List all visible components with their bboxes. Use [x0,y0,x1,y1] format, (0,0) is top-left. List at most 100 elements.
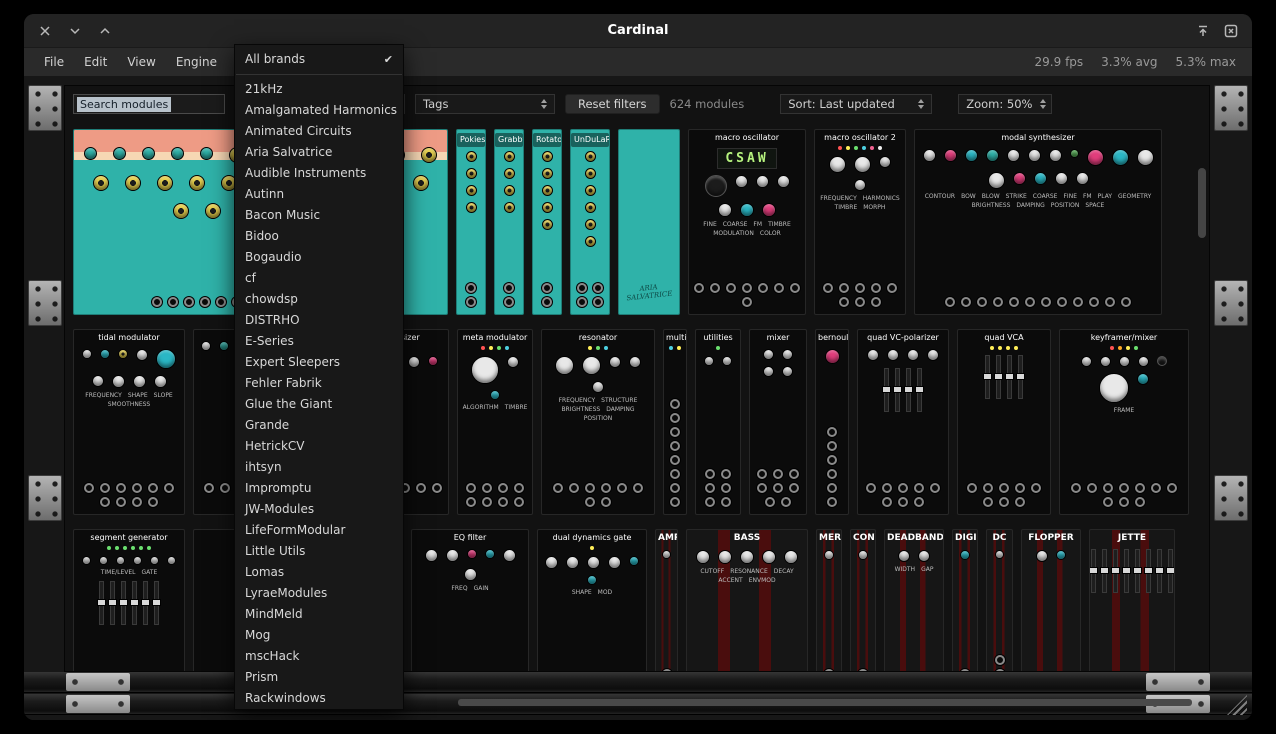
module-bernoulli-gate[interactable]: bernoulli gate [815,329,849,515]
brand-menu-item-distrho[interactable]: DISTRHO [235,310,403,331]
brand-menu-item-fehler-fabrik[interactable]: Fehler Fabrik [235,373,403,394]
module-segment-generator[interactable]: segment generatorTIME/LEVELGATE [73,529,185,672]
brand-menu-item-expert-sleepers[interactable]: Expert Sleepers [235,352,403,373]
module-dual-dynamics-gate[interactable]: dual dynamics gateSHAPEMOD [537,529,647,672]
brand-menu-item-lyraemodules[interactable]: LyraeModules [235,583,403,604]
jack [1135,483,1145,493]
brand-menu-item-prism[interactable]: Prism [235,667,403,688]
module-mixer[interactable]: mixer [749,329,807,515]
module-deadband[interactable]: DEADBANDWIDTHGAP [884,529,944,672]
jack-row [953,666,977,672]
module-amp[interactable]: AMP [655,529,678,672]
module-jette[interactable]: JETTE [1089,529,1175,672]
brand-menu-item-hetrickcv[interactable]: HetrickCV [235,436,403,457]
brand-menu-item-mschack[interactable]: mscHack [235,646,403,667]
brand-menu-item-audible-instruments[interactable]: Audible Instruments [235,163,403,184]
rack-rail [24,672,1252,693]
knob [986,149,999,162]
brand-menu-item-amalgamated-harmonics[interactable]: Amalgamated Harmonics [235,100,403,121]
brand-menu-item-chowdsp[interactable]: chowdsp [235,289,403,310]
brand-menu-item-animated-circuits[interactable]: Animated Circuits [235,121,403,142]
module-pokies[interactable]: Pokies [456,129,486,315]
brand-menu-item-glue-the-giant[interactable]: Glue the Giant [235,394,403,415]
menubar-item-engine[interactable]: Engine [166,51,227,73]
module-quad-vca[interactable]: quad VCA [957,329,1051,515]
module-tidal-modulator[interactable]: tidal modulatorFREQUENCYSHAPESLOPESMOOTH… [73,329,185,515]
module-panel[interactable]: ARIA SALVATRICE [618,129,680,315]
vertical-scrollbar[interactable] [1198,90,1206,667]
brand-menu-item-jw-modules[interactable]: JW-Modules [235,499,403,520]
module-macro-oscillator[interactable]: macro oscillatorCSAWFINECOARSEFMTIMBREMO… [688,129,806,315]
vertical-scrollbar-thumb[interactable] [1198,168,1206,238]
zoom-select[interactable]: Zoom: 50% [958,94,1052,114]
knob [504,202,515,213]
brand-menu-item-bidoo[interactable]: Bidoo [235,226,403,247]
led-indicator [489,346,493,350]
menubar-item-edit[interactable]: Edit [74,51,117,73]
reset-filters-button[interactable]: Reset filters [565,94,660,114]
module-multiples[interactable]: multiples [663,329,687,515]
module-rotatoes[interactable]: Rotatoes [532,129,562,315]
module-title: JETTE [1116,530,1148,546]
brand-menu-item-rackwindows[interactable]: Rackwindows [235,688,403,709]
brand-menu-item-mog[interactable]: Mog [235,625,403,646]
module-conv[interactable]: CONV [850,529,876,672]
brand-menu-item-21khz[interactable]: 21kHz [235,79,403,100]
knob [542,168,553,179]
module-macro-oscillator-2[interactable]: macro oscillator 2FREQUENCYHARMONICSTIMB… [814,129,906,315]
knob [867,349,879,361]
knob [1070,149,1079,158]
tags-select[interactable]: Tags [415,94,555,114]
brand-menu-item-lifeformmodular[interactable]: LifeFormModular [235,520,403,541]
module-grabby[interactable]: Grabby [494,129,524,315]
brand-menu-item-all-brands[interactable]: All brands✔ [235,49,403,70]
chevron-down-icon[interactable] [68,24,82,38]
brand-menu-item-ihtsyn[interactable]: ihtsyn [235,457,403,478]
module-undular[interactable]: UnDuLaR [570,129,610,315]
module-resonator[interactable]: resonatorFREQUENCYSTRUCTUREBRIGHTNESSDAM… [541,329,655,515]
module-eq-filter[interactable]: EQ filterFREQGAIN [411,529,529,672]
knob [629,556,639,566]
led-indicator [123,546,127,550]
brand-menu-item-e-series[interactable]: E-Series [235,331,403,352]
module-mera[interactable]: MERA [816,529,842,672]
brand-menu-item-bacon-music[interactable]: Bacon Music [235,205,403,226]
menu-separator [236,74,402,75]
menubar-item-view[interactable]: View [117,51,165,73]
close-box-icon[interactable] [1224,24,1238,38]
jack [168,297,178,307]
module-dc[interactable]: DC [986,529,1013,672]
brand-menu-item-aria-salvatrice[interactable]: Aria Salvatrice [235,142,403,163]
knob [466,202,477,213]
knob [587,556,600,569]
chevron-up-icon[interactable] [98,24,112,38]
brand-menu-item-autinn[interactable]: Autinn [235,184,403,205]
module-modal-synthesizer[interactable]: modal synthesizerCONTOURBOWBLOWSTRIKECOA… [914,129,1162,315]
knob [504,151,515,162]
brand-menu-item-impromptu[interactable]: Impromptu [235,478,403,499]
module-bass[interactable]: BASSCUTOFFRESONANCEDECAYACCENTENVMOD [686,529,808,672]
module-digi[interactable]: DIGI [952,529,978,672]
sort-select[interactable]: Sort: Last updated [780,94,932,114]
module-keyframer-mixer[interactable]: keyframer/mixerFRAME [1059,329,1189,515]
module-quad-vc-polarizer[interactable]: quad VC-polarizer [857,329,949,515]
brand-menu-item-cf[interactable]: cf [235,268,403,289]
brand-menu-item-bogaudio[interactable]: Bogaudio [235,247,403,268]
knob [112,375,125,388]
module-utilities[interactable]: utilities [695,329,741,515]
close-icon[interactable] [38,24,52,38]
brand-menu-item-lomas[interactable]: Lomas [235,562,403,583]
search-input[interactable]: Search modules [73,94,225,114]
brand-menu-item-grande[interactable]: Grande [235,415,403,436]
module-flopper[interactable]: FLOPPER [1021,529,1081,672]
jack [742,283,752,293]
pin-to-top-icon[interactable] [1196,24,1210,38]
knob [704,356,714,366]
horizontal-scrollbar-thumb[interactable] [458,699,1192,706]
brand-menu-item-mindmeld[interactable]: MindMeld [235,604,403,625]
knob [907,349,919,361]
knob [735,175,748,188]
brand-menu-item-little-utils[interactable]: Little Utils [235,541,403,562]
module-meta-modulator[interactable]: meta modulatorALGORITHMTIMBRE [457,329,533,515]
menubar-item-file[interactable]: File [34,51,74,73]
